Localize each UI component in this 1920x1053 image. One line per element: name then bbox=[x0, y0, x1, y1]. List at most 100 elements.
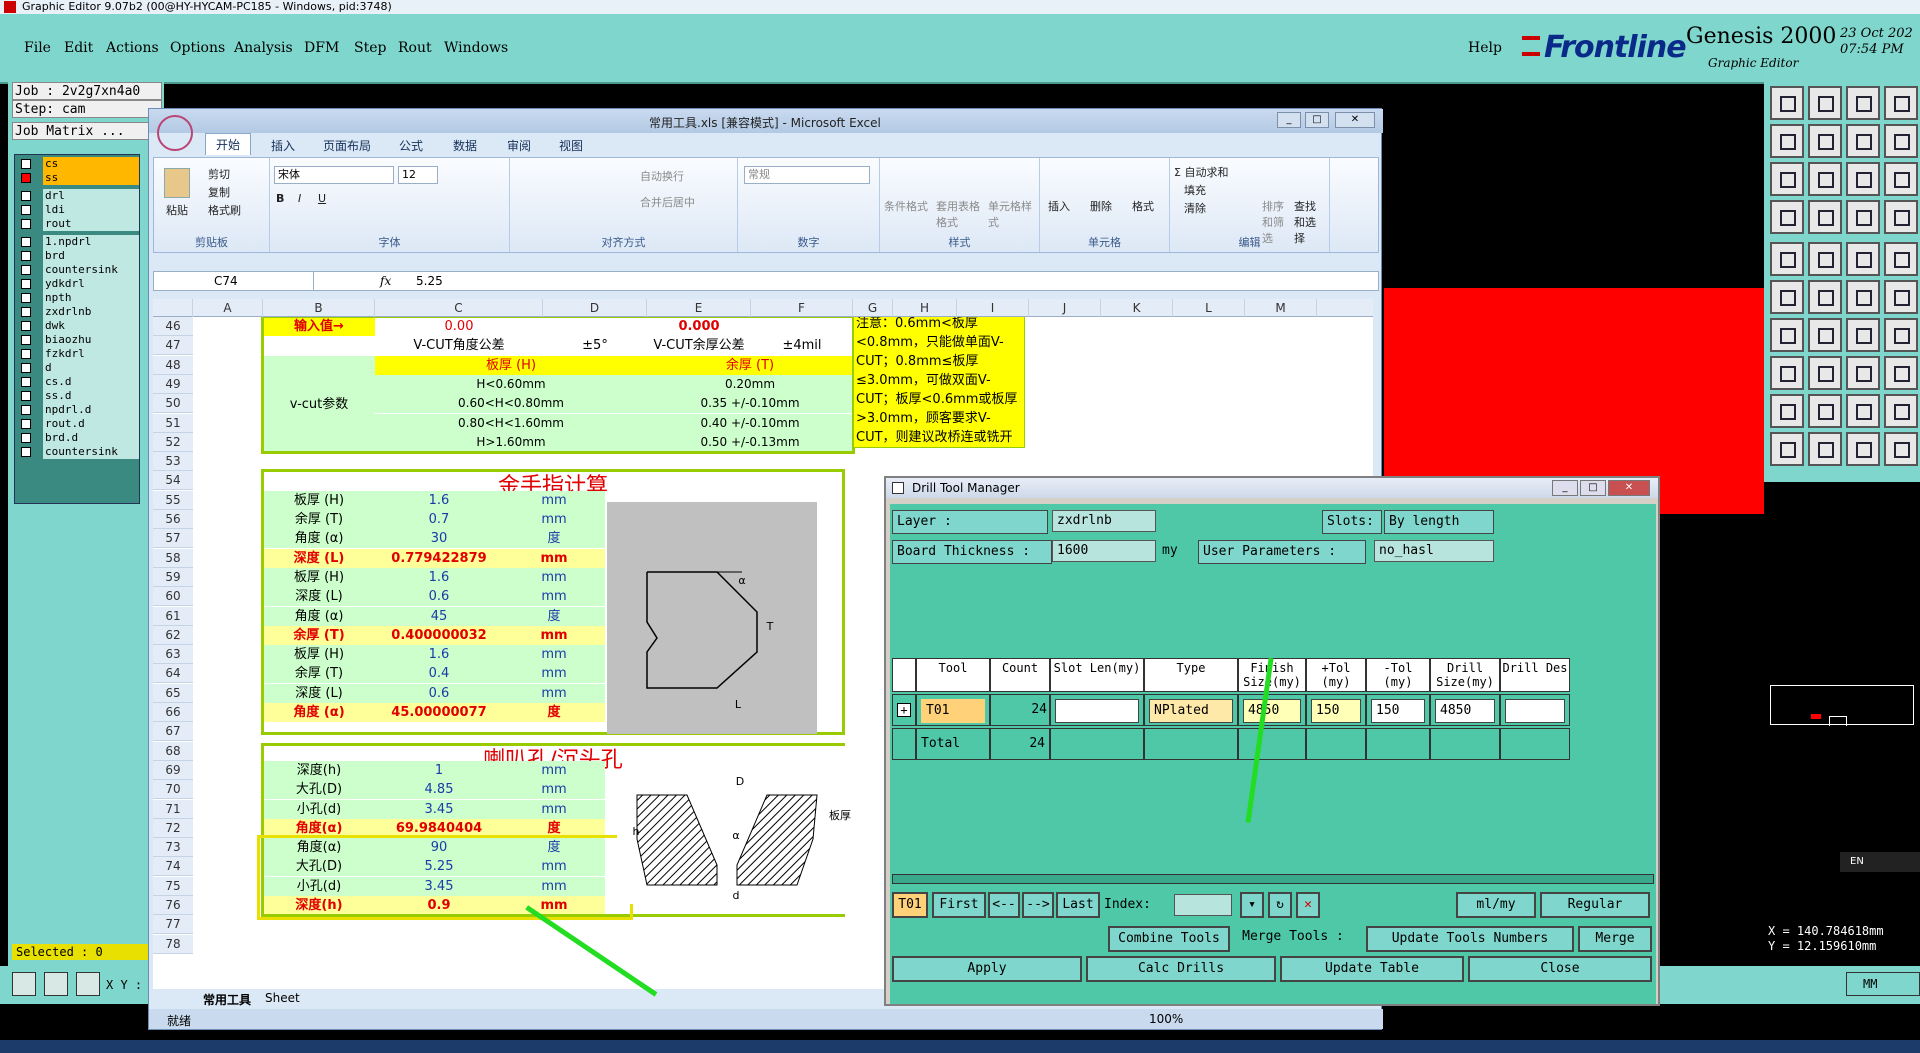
layer-row[interactable]: ldi bbox=[19, 203, 139, 217]
drill-input[interactable]: 4850 bbox=[1435, 699, 1495, 723]
paste-icon[interactable] bbox=[164, 168, 190, 198]
tool-icon[interactable] bbox=[1808, 356, 1842, 390]
layer-checkbox[interactable] bbox=[21, 377, 31, 387]
paste-button[interactable]: 粘贴 bbox=[166, 202, 188, 218]
tab-home[interactable]: 开始 bbox=[205, 133, 252, 155]
conditional-format-button[interactable]: 条件格式 bbox=[884, 198, 928, 214]
menu-analysis[interactable]: Analysis bbox=[234, 40, 293, 56]
tool-icon[interactable] bbox=[1846, 394, 1880, 428]
menu-help[interactable]: Help bbox=[1468, 40, 1502, 56]
layer-checkbox[interactable] bbox=[21, 391, 31, 401]
row-header[interactable]: 51 bbox=[153, 414, 193, 433]
sheet-tab-sheet[interactable]: Sheet bbox=[265, 991, 300, 1005]
row-header[interactable]: 52 bbox=[153, 433, 193, 452]
column-header[interactable]: H bbox=[893, 299, 957, 317]
tool-icon[interactable] bbox=[1846, 356, 1880, 390]
row-header[interactable]: 69 bbox=[153, 761, 193, 780]
cell-style-button[interactable]: 单元格样式 bbox=[988, 198, 1034, 230]
layer-row[interactable]: cs.d bbox=[19, 375, 139, 389]
column-header[interactable]: J bbox=[1029, 299, 1101, 317]
tool-icon[interactable] bbox=[1808, 432, 1842, 466]
row-header[interactable]: 53 bbox=[153, 452, 193, 471]
next-button[interactable]: --> bbox=[1022, 892, 1054, 918]
mode-select[interactable]: Regular bbox=[1540, 892, 1650, 918]
row-header[interactable]: 64 bbox=[153, 664, 193, 683]
tool-icon[interactable] bbox=[1808, 280, 1842, 314]
last-button[interactable]: Last bbox=[1056, 892, 1100, 918]
fill-button[interactable]: 填充 bbox=[1184, 182, 1206, 198]
layer-checkbox[interactable] bbox=[21, 173, 31, 183]
units-select[interactable]: ml/my bbox=[1456, 892, 1536, 918]
layer-checkbox[interactable] bbox=[21, 433, 31, 443]
calc-drills-button[interactable]: Calc Drills bbox=[1086, 956, 1276, 982]
tool-icon[interactable] bbox=[1884, 432, 1918, 466]
expand-icon[interactable]: + bbox=[897, 703, 911, 717]
layer-checkbox[interactable] bbox=[21, 307, 31, 317]
row-header[interactable]: 47 bbox=[153, 336, 193, 355]
horizontal-scrollbar[interactable] bbox=[892, 874, 1654, 884]
tool-icon[interactable] bbox=[1808, 162, 1842, 196]
column-header[interactable]: I bbox=[957, 299, 1029, 317]
menu-actions[interactable]: Actions bbox=[106, 40, 159, 56]
merge-button[interactable]: Merge bbox=[1578, 926, 1652, 952]
tool-icon[interactable] bbox=[1770, 162, 1804, 196]
tool-icon[interactable] bbox=[1770, 318, 1804, 352]
layer-row[interactable]: drl bbox=[19, 189, 139, 203]
layer-row[interactable]: ydkdrl bbox=[19, 277, 139, 291]
close-button[interactable]: ✕ bbox=[1335, 112, 1375, 128]
layer-row[interactable]: dwk bbox=[19, 319, 139, 333]
layer-row[interactable]: rout.d bbox=[19, 417, 139, 431]
filter-icon[interactable]: ▾ bbox=[1240, 892, 1264, 918]
tool-icon[interactable] bbox=[1846, 242, 1880, 276]
tool-icon[interactable] bbox=[1884, 280, 1918, 314]
layer-checkbox[interactable] bbox=[21, 321, 31, 331]
row-header[interactable]: 63 bbox=[153, 645, 193, 664]
format-cells-button[interactable]: 格式 bbox=[1132, 198, 1154, 214]
sheet-tab-tools[interactable]: 常用工具 bbox=[203, 991, 251, 1008]
column-header[interactable]: C bbox=[375, 299, 543, 317]
row-header[interactable]: 46 bbox=[153, 317, 193, 336]
tool-icon[interactable] bbox=[1808, 318, 1842, 352]
row-header[interactable]: 75 bbox=[153, 877, 193, 896]
layer-checkbox[interactable] bbox=[21, 419, 31, 429]
fx-icon[interactable]: fx bbox=[380, 274, 391, 288]
tool-icon[interactable] bbox=[1808, 242, 1842, 276]
tool-icon[interactable] bbox=[1846, 86, 1880, 120]
layer-row[interactable]: npth bbox=[19, 291, 139, 305]
update-table-button[interactable]: Update Table bbox=[1280, 956, 1464, 982]
dialog-maximize-button[interactable]: □ bbox=[1580, 480, 1606, 496]
number-format-select[interactable]: 常规 bbox=[744, 166, 870, 184]
menu-windows[interactable]: Windows bbox=[444, 40, 508, 56]
row-header[interactable]: 60 bbox=[153, 587, 193, 606]
layer-row[interactable]: ss bbox=[19, 171, 139, 185]
tool-icon[interactable] bbox=[1884, 162, 1918, 196]
row-header[interactable]: 72 bbox=[153, 819, 193, 838]
delete-cells-button[interactable]: 删除 bbox=[1090, 198, 1112, 214]
layer-row[interactable]: fzkdrl bbox=[19, 347, 139, 361]
column-header[interactable]: E bbox=[647, 299, 751, 317]
corner-cell[interactable] bbox=[153, 299, 193, 317]
menu-edit[interactable]: Edit bbox=[64, 40, 93, 56]
column-header[interactable]: L bbox=[1173, 299, 1245, 317]
row-header[interactable]: 55 bbox=[153, 491, 193, 510]
delete-icon[interactable]: ✕ bbox=[1296, 892, 1320, 918]
first-button[interactable]: First bbox=[932, 892, 986, 918]
ptol-input[interactable]: 150 bbox=[1311, 699, 1361, 723]
layer-row[interactable]: 1.npdrl bbox=[19, 235, 139, 249]
copy-button[interactable]: 复制 bbox=[208, 184, 230, 200]
tool-icon[interactable] bbox=[1884, 242, 1918, 276]
italic-button[interactable]: I bbox=[298, 192, 301, 205]
wrap-text-button[interactable]: 自动换行 bbox=[640, 168, 684, 184]
column-header[interactable]: F bbox=[751, 299, 853, 317]
column-header[interactable]: A bbox=[193, 299, 263, 317]
ntol-input[interactable]: 150 bbox=[1371, 699, 1425, 723]
tool-icon[interactable] bbox=[1884, 356, 1918, 390]
row-header[interactable]: 67 bbox=[153, 722, 193, 741]
layer-row[interactable]: biaozhu bbox=[19, 333, 139, 347]
menu-file[interactable]: File bbox=[24, 40, 51, 56]
cut-button[interactable]: 剪切 bbox=[208, 166, 230, 182]
row-header[interactable]: 76 bbox=[153, 896, 193, 915]
dialog-minimize-button[interactable]: _ bbox=[1552, 480, 1578, 496]
layer-row[interactable]: cs bbox=[19, 157, 139, 171]
tool-icon[interactable] bbox=[1770, 394, 1804, 428]
